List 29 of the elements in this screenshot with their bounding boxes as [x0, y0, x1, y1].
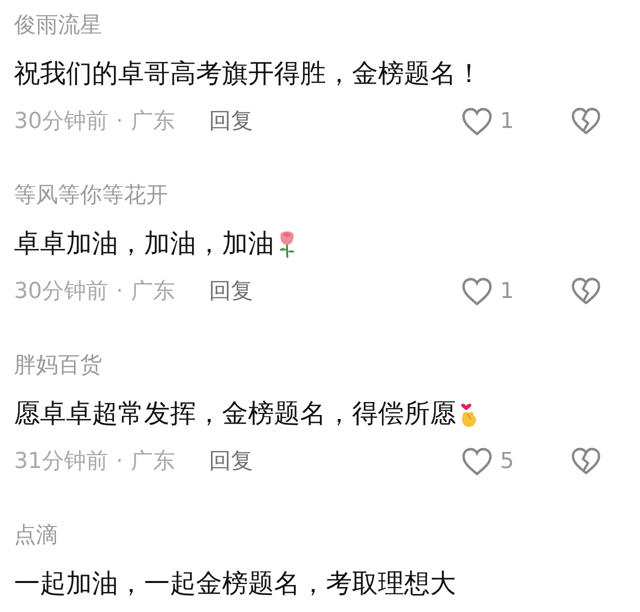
comment-author[interactable]: 胖妈百货 [14, 350, 102, 382]
comment-time: 30分钟前 [14, 278, 108, 306]
heart-icon[interactable] [460, 276, 494, 306]
comment-text: 卓卓加油，加油，加油 [14, 228, 274, 261]
comment-author[interactable]: 等风等你等花开 [14, 180, 168, 212]
reply-button[interactable]: 回复 [209, 276, 253, 306]
broken-heart-icon[interactable] [570, 446, 602, 476]
broken-heart-icon[interactable] [570, 106, 602, 136]
comment-location: 广东 [131, 448, 175, 476]
like-count: 5 [500, 448, 515, 474]
separator-dot: · [116, 108, 123, 134]
reply-button[interactable]: 回复 [209, 106, 253, 136]
comment-text: 愿卓卓超常发挥，金榜题名，得偿所愿 [14, 398, 456, 431]
comment-location: 广东 [131, 278, 175, 306]
reply-button[interactable]: 回复 [209, 446, 253, 476]
comment-author[interactable]: 点滴 [14, 520, 58, 552]
comment-time: 30分钟前 [14, 108, 108, 136]
comment-location: 广东 [131, 108, 175, 136]
separator-dot: · [116, 278, 123, 304]
comment-text: 一起加油，一起金榜题名，考取理想大 [14, 568, 456, 601]
heart-icon[interactable] [460, 446, 494, 476]
comment-author[interactable]: 俊雨流星 [14, 10, 102, 42]
broken-heart-icon[interactable] [570, 276, 602, 306]
separator-dot: · [116, 448, 123, 474]
comment-time: 31分钟前 [14, 448, 108, 476]
heart-icon[interactable] [460, 106, 494, 136]
comment-text: 祝我们的卓哥高考旗开得胜，金榜题名！ [14, 58, 482, 91]
like-count: 1 [500, 108, 515, 134]
like-count: 1 [500, 278, 515, 304]
